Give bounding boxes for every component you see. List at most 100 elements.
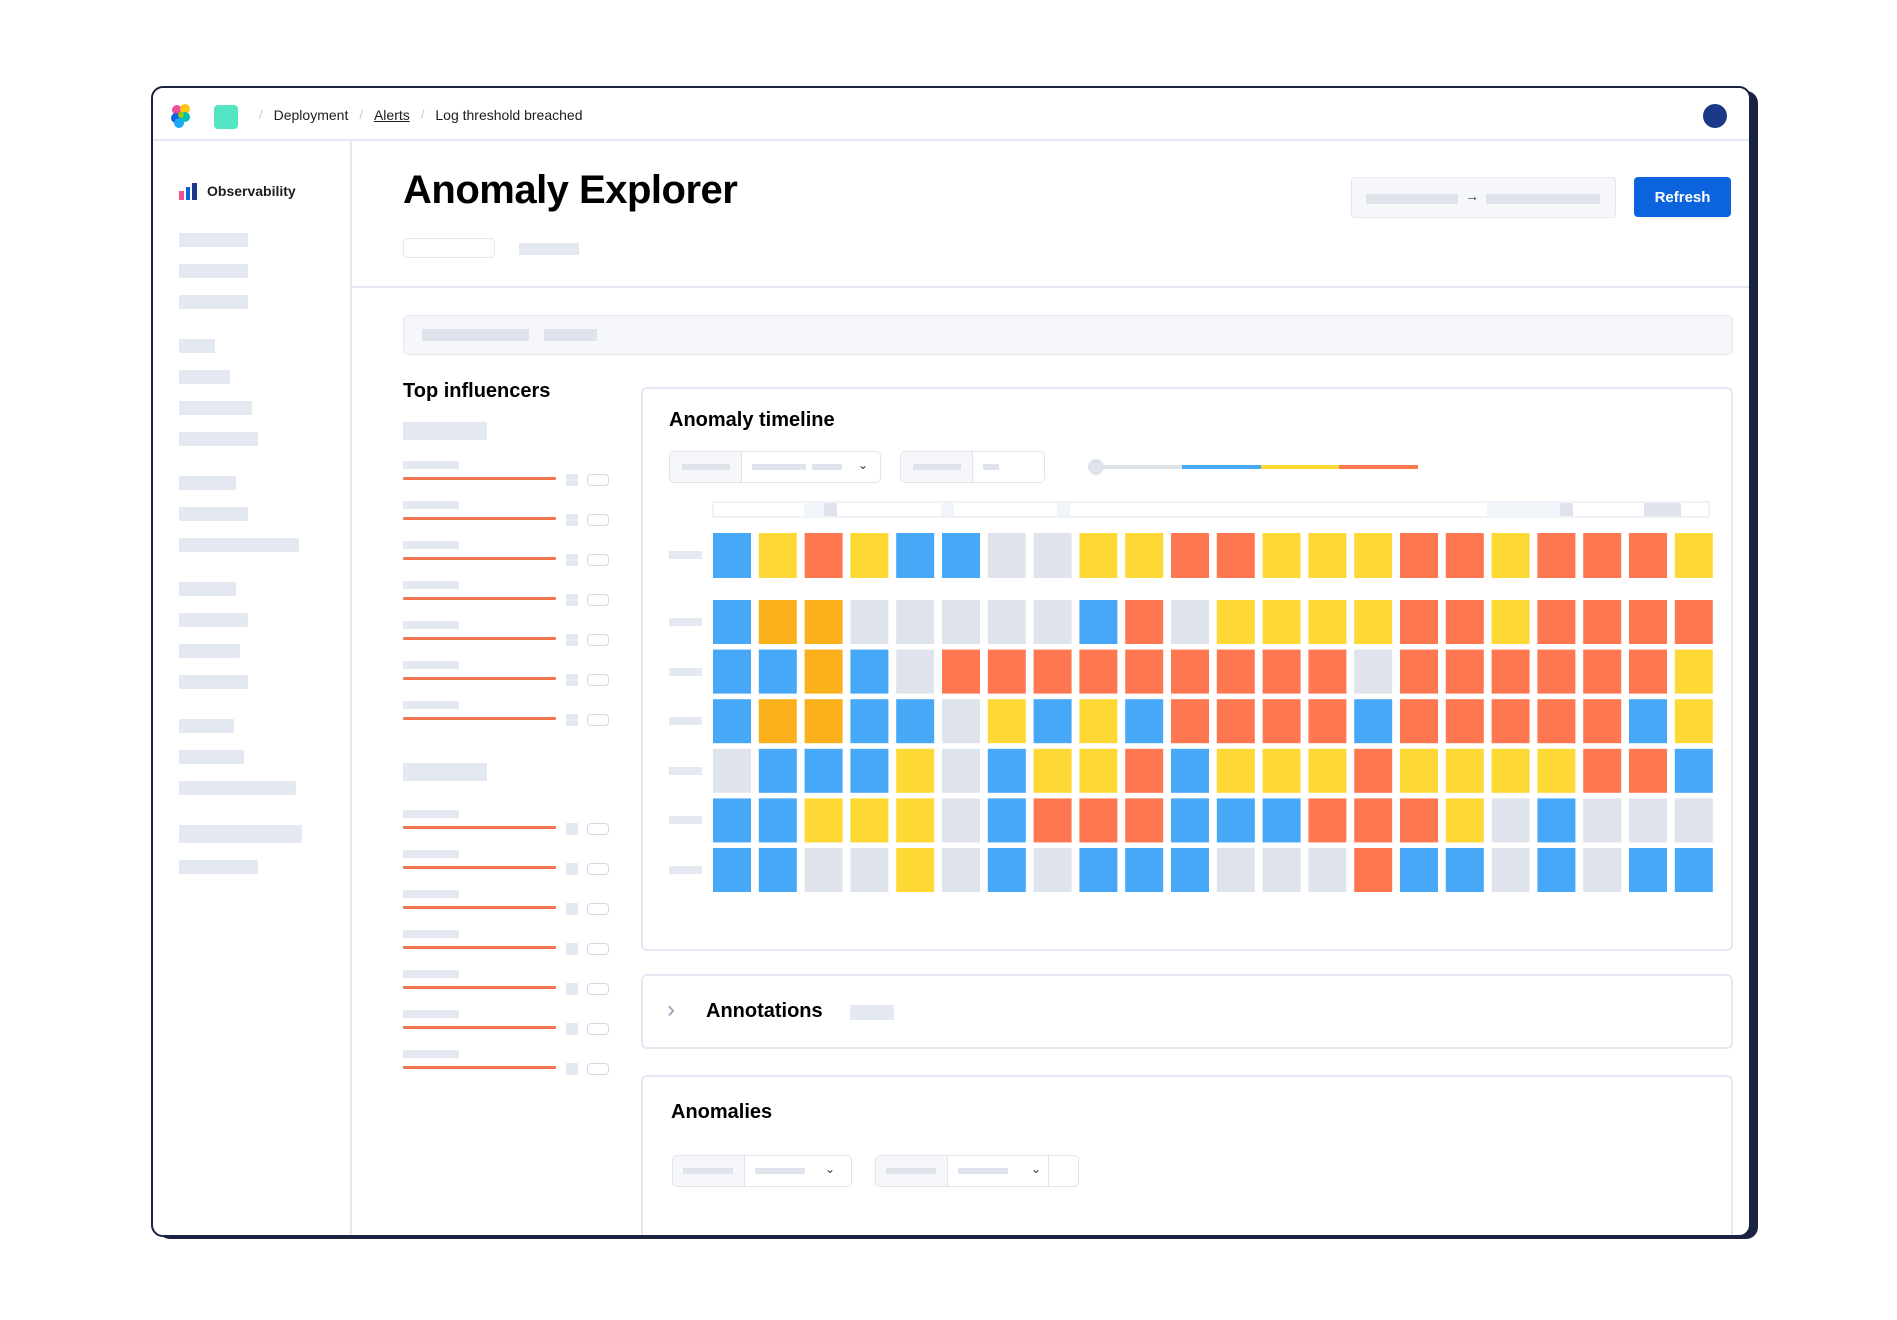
- elastic-logo-icon[interactable]: [168, 103, 194, 129]
- anomaly-cell[interactable]: [1171, 649, 1209, 694]
- anomaly-cell[interactable]: [1629, 848, 1667, 892]
- sidebar-item[interactable]: [179, 507, 248, 521]
- anomaly-cell[interactable]: [896, 649, 935, 694]
- influencer-filter-button[interactable]: [587, 474, 609, 486]
- influencer-filter-button[interactable]: [587, 674, 609, 686]
- anomaly-cell[interactable]: [1216, 848, 1255, 892]
- anomaly-cell[interactable]: [758, 748, 797, 793]
- anomaly-cell[interactable]: [1491, 600, 1530, 644]
- anomaly-cell[interactable]: [1171, 600, 1209, 644]
- anomaly-cell[interactable]: [1262, 649, 1301, 694]
- sidebar-item[interactable]: [179, 860, 258, 874]
- end-date[interactable]: [1486, 194, 1600, 204]
- anomaly-cell[interactable]: [1079, 699, 1118, 744]
- anomaly-cell[interactable]: [1354, 798, 1393, 843]
- overall-anomaly-cell[interactable]: [1674, 533, 1713, 578]
- influencer-row[interactable]: [403, 1010, 609, 1035]
- sidebar-item[interactable]: [179, 295, 248, 309]
- anomaly-cell[interactable]: [758, 600, 797, 644]
- anomaly-cell[interactable]: [1079, 848, 1118, 892]
- anomaly-cell[interactable]: [1629, 600, 1667, 644]
- anomaly-cell[interactable]: [1445, 798, 1484, 843]
- overall-anomaly-cell[interactable]: [1400, 533, 1438, 578]
- anomaly-cell[interactable]: [1629, 748, 1667, 793]
- app-title[interactable]: Observability: [179, 182, 296, 200]
- anomaly-cell[interactable]: [1033, 848, 1072, 892]
- overall-anomaly-cell[interactable]: [1125, 533, 1164, 578]
- influencer-filter-button[interactable]: [587, 863, 609, 875]
- sidebar-item[interactable]: [179, 613, 248, 627]
- anomaly-cell[interactable]: [758, 798, 797, 843]
- anomaly-cell[interactable]: [1400, 699, 1438, 744]
- anomaly-cell[interactable]: [850, 848, 889, 892]
- overall-anomaly-cell[interactable]: [1216, 533, 1255, 578]
- anomaly-cell[interactable]: [1033, 798, 1072, 843]
- anomaly-cell[interactable]: [1583, 699, 1622, 744]
- overall-anomaly-cell[interactable]: [804, 533, 843, 578]
- anomaly-cell[interactable]: [1308, 798, 1347, 843]
- influencer-row[interactable]: [403, 541, 609, 566]
- anomaly-cell[interactable]: [1079, 600, 1118, 644]
- anomaly-cell[interactable]: [1308, 848, 1347, 892]
- anomaly-cell[interactable]: [713, 848, 751, 892]
- sidebar-item[interactable]: [179, 644, 240, 658]
- anomaly-cell[interactable]: [1171, 848, 1209, 892]
- anomaly-cell[interactable]: [804, 699, 843, 744]
- anomaly-cell[interactable]: [1491, 798, 1530, 843]
- overall-anomaly-cell[interactable]: [1308, 533, 1347, 578]
- anomaly-cell[interactable]: [1308, 649, 1347, 694]
- anomaly-cell[interactable]: [1171, 748, 1209, 793]
- anomaly-cell[interactable]: [987, 848, 1026, 892]
- anomaly-cell[interactable]: [850, 798, 889, 843]
- anomaly-cell[interactable]: [1445, 649, 1484, 694]
- query-filter-bar[interactable]: [403, 315, 1733, 355]
- influencer-row[interactable]: [403, 621, 609, 646]
- chevron-right-icon[interactable]: ›: [667, 996, 675, 1024]
- anomaly-cell[interactable]: [987, 600, 1026, 644]
- influencer-filter-button[interactable]: [587, 634, 609, 646]
- anomaly-cell[interactable]: [1354, 748, 1393, 793]
- anomaly-cell[interactable]: [1491, 748, 1530, 793]
- influencer-filter-button[interactable]: [587, 514, 609, 526]
- sidebar-item[interactable]: [179, 582, 236, 596]
- anomaly-cell[interactable]: [942, 848, 980, 892]
- sidebar-item[interactable]: [179, 401, 252, 415]
- anomaly-cell[interactable]: [1583, 798, 1622, 843]
- anomaly-cell[interactable]: [1537, 649, 1576, 694]
- anomaly-cell[interactable]: [1491, 649, 1530, 694]
- anomaly-cell[interactable]: [896, 748, 935, 793]
- anomaly-cell[interactable]: [1674, 600, 1713, 644]
- anomaly-cell[interactable]: [1537, 748, 1576, 793]
- breadcrumb-deployment[interactable]: Deployment: [274, 107, 349, 123]
- influencer-row[interactable]: [403, 501, 609, 526]
- anomaly-heatmap[interactable]: [643, 389, 1733, 949]
- anomaly-cell[interactable]: [1674, 798, 1713, 843]
- anomaly-cell[interactable]: [1125, 699, 1164, 744]
- anomaly-cell[interactable]: [1125, 748, 1164, 793]
- overall-anomaly-cell[interactable]: [1537, 533, 1576, 578]
- influencer-row[interactable]: [403, 850, 609, 875]
- anomaly-cell[interactable]: [1262, 798, 1301, 843]
- breadcrumb-alerts[interactable]: Alerts: [374, 107, 410, 123]
- overall-anomaly-cell[interactable]: [1354, 533, 1393, 578]
- anomaly-cell[interactable]: [1079, 649, 1118, 694]
- sidebar-item[interactable]: [179, 750, 244, 764]
- anomaly-cell[interactable]: [1400, 848, 1438, 892]
- anomaly-cell[interactable]: [1400, 649, 1438, 694]
- anomaly-cell[interactable]: [1400, 600, 1438, 644]
- influencer-filter-button[interactable]: [587, 714, 609, 726]
- refresh-button[interactable]: Refresh: [1634, 177, 1731, 217]
- sidebar-item[interactable]: [179, 675, 248, 689]
- anomaly-cell[interactable]: [987, 649, 1026, 694]
- anomaly-cell[interactable]: [713, 649, 751, 694]
- anomaly-cell[interactable]: [1537, 600, 1576, 644]
- anomaly-cell[interactable]: [1674, 848, 1713, 892]
- anomaly-cell[interactable]: [1262, 600, 1301, 644]
- anomaly-cell[interactable]: [1216, 798, 1255, 843]
- influencer-filter-button[interactable]: [587, 823, 609, 835]
- sidebar-item[interactable]: [179, 825, 302, 843]
- anomaly-cell[interactable]: [804, 649, 843, 694]
- anomaly-cell[interactable]: [713, 748, 751, 793]
- influencer-filter-button[interactable]: [587, 943, 609, 955]
- overall-anomaly-cell[interactable]: [1629, 533, 1667, 578]
